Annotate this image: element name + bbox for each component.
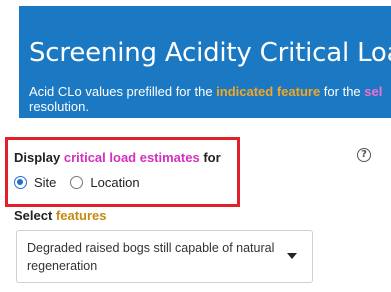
display-label-prefix: Display (14, 150, 64, 165)
features-dropdown[interactable]: Degraded raised bogs still capable of na… (16, 230, 313, 283)
radio-option-location[interactable]: Location (70, 175, 140, 190)
desc-highlight-feature: indicated feature (216, 84, 321, 99)
select-label-prefix: Select (14, 208, 56, 223)
display-options-box: Display critical load estimates for Site… (5, 137, 240, 207)
features-selected-value: Degraded raised bogs still capable of na… (27, 241, 275, 273)
radio-location[interactable] (70, 176, 84, 189)
chevron-down-icon (287, 253, 297, 259)
display-label: Display critical load estimates for (14, 150, 221, 165)
radio-option-site[interactable]: Site (14, 175, 56, 190)
radio-site[interactable] (14, 176, 27, 189)
radio-site-label: Site (34, 175, 57, 190)
desc-highlight-selected: sel (364, 84, 383, 99)
desc-text-1: Acid CLo values prefilled for the (29, 84, 217, 99)
desc-text-3: resolution. (29, 99, 89, 114)
radio-location-label: Location (90, 175, 140, 190)
select-label-highlight: features (55, 208, 107, 223)
banner-description: Acid CLo values prefilled for the indica… (29, 84, 391, 114)
display-label-highlight: critical load estimates (63, 150, 200, 165)
page-title: Screening Acidity Critical Load (29, 38, 391, 68)
display-label-suffix: for (199, 150, 221, 165)
select-features-label: Select features (14, 208, 107, 223)
desc-text-2: for the (320, 84, 365, 99)
header-banner: Screening Acidity Critical Load Acid CLo… (19, 6, 391, 118)
display-radio-group: Site Location (14, 175, 154, 190)
help-icon[interactable]: ? (357, 148, 371, 162)
